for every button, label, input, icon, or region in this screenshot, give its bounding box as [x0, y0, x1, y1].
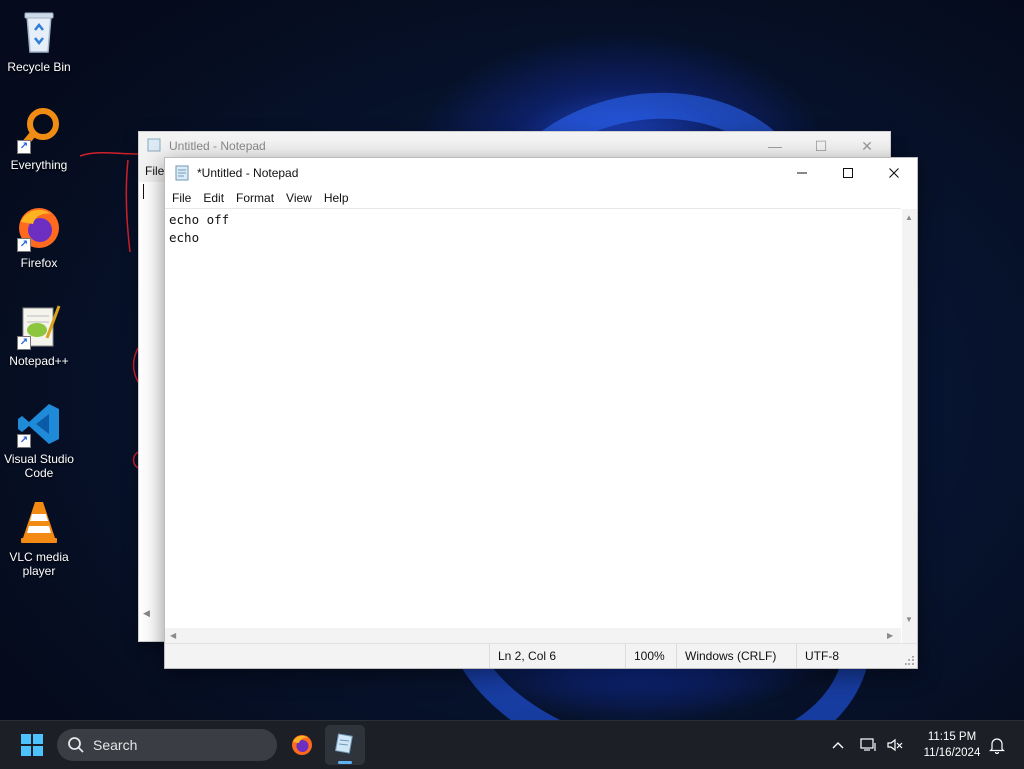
- desktop-icon-vscode[interactable]: ↗ Visual Studio Code: [4, 400, 74, 480]
- notepad-icon: [147, 138, 161, 155]
- shortcut-arrow-icon: ↗: [17, 238, 31, 252]
- scroll-up-arrow-icon[interactable]: ▲: [905, 213, 913, 222]
- menu-item-file[interactable]: File: [166, 188, 197, 208]
- network-icon: [860, 738, 876, 751]
- status-cursor-position: Ln 2, Col 6: [489, 644, 625, 668]
- maximize-icon: [843, 167, 853, 178]
- desktop-icon-everything[interactable]: ↗ Everything: [4, 106, 74, 172]
- maximize-button[interactable]: [825, 158, 871, 187]
- status-zoom: 100%: [625, 644, 676, 668]
- windows-logo-icon: [21, 734, 43, 756]
- menu-bar: File Edit Format View Help: [165, 187, 917, 208]
- scroll-left-arrow-icon[interactable]: ◀: [143, 608, 150, 619]
- speaker-muted-icon: [887, 738, 903, 752]
- shortcut-arrow-icon: ↗: [17, 434, 31, 448]
- scroll-down-arrow-icon[interactable]: ▼: [905, 615, 913, 624]
- close-button[interactable]: ✕: [844, 138, 890, 155]
- minimize-button[interactable]: —: [752, 138, 798, 155]
- desktop-icon-label: Firefox: [20, 256, 58, 270]
- search-placeholder: Search: [93, 737, 138, 753]
- desktop-icon-label: Notepad++: [9, 354, 69, 368]
- notifications-button[interactable]: [986, 721, 1008, 769]
- vscode-icon: ↗: [15, 400, 63, 448]
- bell-icon: [989, 738, 1005, 754]
- vlc-icon: [15, 498, 63, 546]
- minimize-button[interactable]: [779, 158, 825, 187]
- taskbar: Search 11:15 PM 11/16/2024: [0, 720, 1024, 769]
- menu-item-edit[interactable]: Edit: [197, 188, 230, 208]
- chevron-up-icon: [832, 742, 844, 749]
- desktop-icon-label: VLC media player: [9, 550, 69, 578]
- notepad-window[interactable]: *Untitled - Notepad File Edit Format Vie…: [164, 157, 918, 669]
- close-button[interactable]: [871, 158, 917, 187]
- active-app-indicator: [338, 761, 352, 764]
- menu-item-format[interactable]: Format: [230, 188, 280, 208]
- status-bar: Ln 2, Col 6 100% Windows (CRLF) UTF-8: [165, 643, 917, 668]
- volume-button[interactable]: [884, 721, 906, 769]
- text-caret: [143, 184, 144, 199]
- desktop-icon-label: Recycle Bin: [7, 60, 71, 74]
- resize-grip-icon[interactable]: [905, 656, 915, 666]
- desktop-icon-recycle-bin[interactable]: Recycle Bin: [4, 8, 74, 74]
- maximize-button[interactable]: ☐: [798, 138, 844, 155]
- scroll-left-arrow-icon[interactable]: ◀: [170, 631, 176, 640]
- editor-line: echo off: [169, 212, 230, 227]
- network-button[interactable]: [858, 721, 880, 769]
- text-editor[interactable]: echo off echo: [165, 208, 901, 628]
- everything-search-icon: ↗: [15, 106, 63, 154]
- minimize-icon: [797, 172, 807, 173]
- desktop-icon-label: Everything: [10, 158, 68, 172]
- clock-time: 11:15 PM: [927, 731, 977, 743]
- editor-line: echo: [169, 230, 200, 245]
- search-icon: [68, 737, 84, 753]
- desktop: Recycle Bin ↗ Everything ↗ Firefox ↗ Not…: [0, 0, 1024, 720]
- recycle-bin-icon: [15, 8, 63, 56]
- desktop-icon-vlc[interactable]: VLC media player: [4, 498, 74, 578]
- start-button[interactable]: [12, 721, 52, 769]
- title-bar[interactable]: *Untitled - Notepad: [165, 158, 917, 187]
- taskbar-clock[interactable]: 11:15 PM 11/16/2024: [916, 729, 988, 761]
- desktop-icon-firefox[interactable]: ↗ Firefox: [4, 204, 74, 270]
- horizontal-scrollbar[interactable]: ◀ ▶: [165, 628, 901, 643]
- firefox-icon: [292, 735, 312, 755]
- vertical-scrollbar[interactable]: ▲ ▼: [902, 209, 917, 628]
- notepad-icon: [174, 165, 190, 181]
- window-title: Untitled - Notepad: [169, 139, 266, 153]
- menu-item-help[interactable]: Help: [318, 188, 355, 208]
- notepad-icon: [334, 733, 353, 754]
- notepad-plus-plus-icon: ↗: [15, 302, 63, 350]
- close-icon: [889, 167, 899, 178]
- title-bar[interactable]: Untitled - Notepad — ☐ ✕: [139, 132, 890, 160]
- clock-date: 11/16/2024: [923, 747, 981, 759]
- desktop-icon-label: Visual Studio Code: [4, 452, 74, 480]
- status-line-ending: Windows (CRLF): [676, 644, 796, 668]
- taskbar-notepad-button[interactable]: [325, 725, 365, 765]
- scrollbar-corner: [902, 628, 917, 643]
- shortcut-arrow-icon: ↗: [17, 140, 31, 154]
- shortcut-arrow-icon: ↗: [17, 336, 31, 350]
- scroll-right-arrow-icon[interactable]: ▶: [887, 631, 893, 640]
- window-title: *Untitled - Notepad: [197, 165, 299, 180]
- menu-item-view[interactable]: View: [280, 188, 318, 208]
- taskbar-firefox-button[interactable]: [282, 721, 322, 769]
- taskbar-search-box[interactable]: Search: [57, 729, 277, 761]
- show-hidden-icons-button[interactable]: [828, 721, 848, 769]
- firefox-icon: ↗: [15, 204, 63, 252]
- desktop-icon-notepad-plus-plus[interactable]: ↗ Notepad++: [4, 302, 74, 368]
- status-encoding: UTF-8: [796, 644, 900, 668]
